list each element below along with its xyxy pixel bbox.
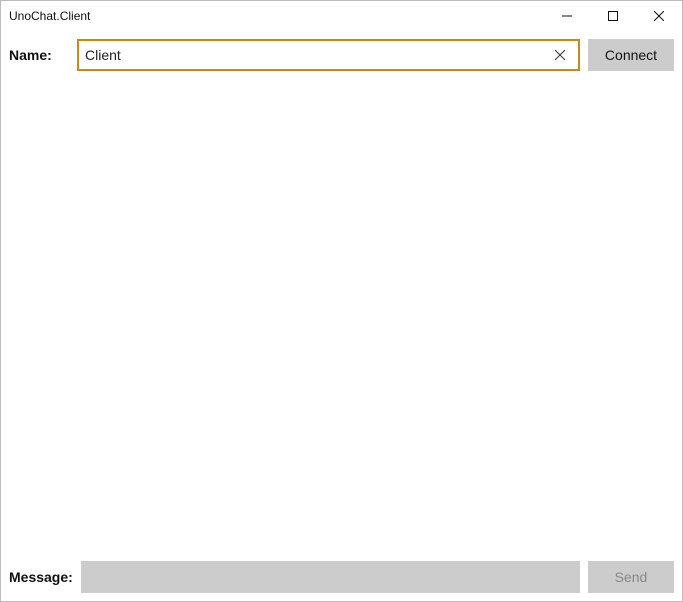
send-button[interactable]: Send: [588, 561, 674, 593]
message-label: Message:: [9, 569, 73, 585]
maximize-button[interactable]: [590, 1, 636, 31]
name-row: Name: Connect: [9, 39, 674, 71]
titlebar: UnoChat.Client: [1, 1, 682, 31]
name-label: Name:: [9, 47, 69, 63]
name-input-container: [77, 39, 580, 71]
window-controls: [544, 1, 682, 31]
window-title: UnoChat.Client: [9, 9, 544, 23]
message-row: Message: Send: [9, 561, 674, 593]
close-icon: [555, 48, 565, 63]
content-area: Name: Connect Message: Send: [1, 31, 682, 601]
clear-name-button[interactable]: [548, 43, 572, 67]
minimize-button[interactable]: [544, 1, 590, 31]
name-input[interactable]: [85, 41, 548, 69]
connect-button[interactable]: Connect: [588, 39, 674, 71]
chat-messages-area: [9, 71, 674, 561]
close-button[interactable]: [636, 1, 682, 31]
message-input[interactable]: [81, 561, 580, 593]
